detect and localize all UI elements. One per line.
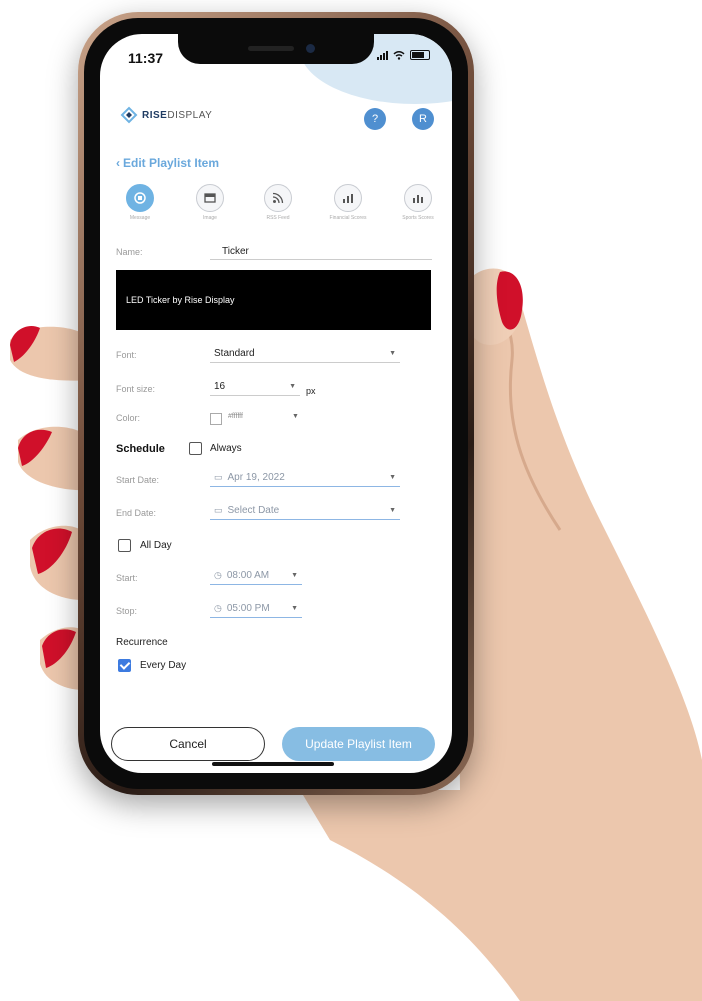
font-size-value: 16	[214, 381, 226, 392]
calendar-icon: ▭	[214, 472, 223, 482]
type-label: Image	[203, 215, 217, 221]
signal-icon	[377, 50, 388, 60]
back-label: Edit Playlist Item	[123, 156, 220, 170]
type-label: Message	[129, 215, 151, 221]
message-icon	[134, 192, 146, 204]
cancel-button[interactable]: Cancel	[111, 727, 265, 761]
end-date-label: End Date:	[116, 508, 157, 518]
chevron-left-icon: ‹	[116, 156, 120, 170]
chevron-down-icon: ▼	[389, 474, 396, 481]
font-size-label: Font size:	[116, 384, 156, 394]
every-day-checkbox[interactable]	[118, 659, 131, 672]
update-playlist-item-button[interactable]: Update Playlist Item	[282, 727, 435, 761]
font-select[interactable]: Standard ▼	[210, 347, 400, 363]
type-financial-scores[interactable]: Financial Scores	[318, 184, 378, 221]
start-time-picker[interactable]: ◷ 08:00 AM ▼	[210, 569, 302, 585]
end-date-picker[interactable]: ▭ Select Date ▼	[210, 504, 400, 520]
chevron-down-icon: ▼	[389, 350, 396, 357]
type-message[interactable]: Message	[110, 184, 170, 221]
stop-time-label: Stop:	[116, 606, 138, 616]
start-time-value: 08:00 AM	[226, 570, 270, 581]
start-time-label: Start:	[116, 573, 138, 583]
phone-notch	[178, 34, 374, 64]
chevron-down-icon[interactable]: ▼	[292, 413, 299, 420]
color-swatch[interactable]	[210, 413, 222, 425]
preview-text: LED Ticker by Rise Display	[126, 295, 235, 305]
font-value: Standard	[214, 348, 255, 359]
type-image[interactable]: Image	[180, 184, 240, 221]
color-label: Color:	[116, 413, 141, 423]
font-size-select[interactable]: 16 ▼	[210, 380, 300, 396]
ticker-preview: LED Ticker by Rise Display	[116, 270, 431, 330]
item-type-selector: Message Image RSS Feed Financial Scores …	[110, 184, 444, 229]
type-label: Financial Scores	[329, 215, 367, 221]
type-sports-scores[interactable]: Sports Scores	[388, 184, 448, 221]
type-rss-feed[interactable]: RSS Feed	[248, 184, 308, 221]
clock-icon: ◷	[214, 603, 222, 613]
clock-icon: ◷	[214, 570, 222, 580]
wifi-icon	[393, 51, 405, 60]
type-label: Sports Scores	[402, 215, 434, 221]
chart-icon	[343, 194, 353, 203]
battery-icon	[410, 50, 430, 60]
image-icon	[204, 193, 216, 203]
app-screen: 11:37 RISEDISPLAY ? R ‹ Edit Playlist It…	[100, 34, 452, 773]
start-date-picker[interactable]: ▭ Apr 19, 2022 ▼	[210, 471, 400, 487]
font-label: Font:	[116, 350, 137, 360]
logo-text: RISEDISPLAY	[142, 109, 213, 121]
chevron-down-icon: ▼	[389, 507, 396, 514]
calendar-icon: ▭	[214, 505, 223, 515]
always-checkbox[interactable]	[189, 442, 202, 455]
rise-display-logo-icon	[120, 106, 138, 124]
always-label: Always	[210, 443, 242, 454]
chevron-down-icon: ▼	[291, 572, 298, 579]
start-date-label: Start Date:	[116, 475, 160, 485]
schedule-title: Schedule	[116, 443, 165, 455]
phone-frame: 11:37 RISEDISPLAY ? R ‹ Edit Playlist It…	[78, 12, 474, 795]
app-logo[interactable]: RISEDISPLAY	[120, 106, 212, 124]
stop-time-picker[interactable]: ◷ 05:00 PM ▼	[210, 602, 302, 618]
font-size-unit: px	[306, 386, 316, 396]
chevron-down-icon: ▼	[289, 383, 296, 390]
status-time: 11:37	[128, 50, 164, 66]
chart-icon	[413, 195, 423, 203]
every-day-label: Every Day	[140, 660, 187, 671]
chevron-down-icon: ▼	[291, 605, 298, 612]
end-date-placeholder: Select Date	[227, 505, 280, 516]
stop-time-value: 05:00 PM	[226, 603, 270, 614]
name-field[interactable]: Ticker	[210, 246, 432, 260]
all-day-checkbox[interactable]	[118, 539, 131, 552]
rss-icon	[272, 192, 284, 204]
help-button[interactable]: ?	[364, 108, 386, 130]
all-day-label: All Day	[140, 540, 172, 551]
name-label: Name:	[116, 247, 143, 257]
status-icons	[377, 50, 430, 60]
type-label: RSS Feed	[266, 215, 290, 221]
color-value[interactable]: #ffffff	[228, 413, 243, 420]
user-avatar[interactable]: R	[412, 108, 434, 130]
start-date-value: Apr 19, 2022	[227, 472, 285, 483]
recurrence-title: Recurrence	[116, 637, 168, 648]
home-indicator	[212, 762, 334, 766]
back-link[interactable]: ‹ Edit Playlist Item	[116, 156, 219, 170]
